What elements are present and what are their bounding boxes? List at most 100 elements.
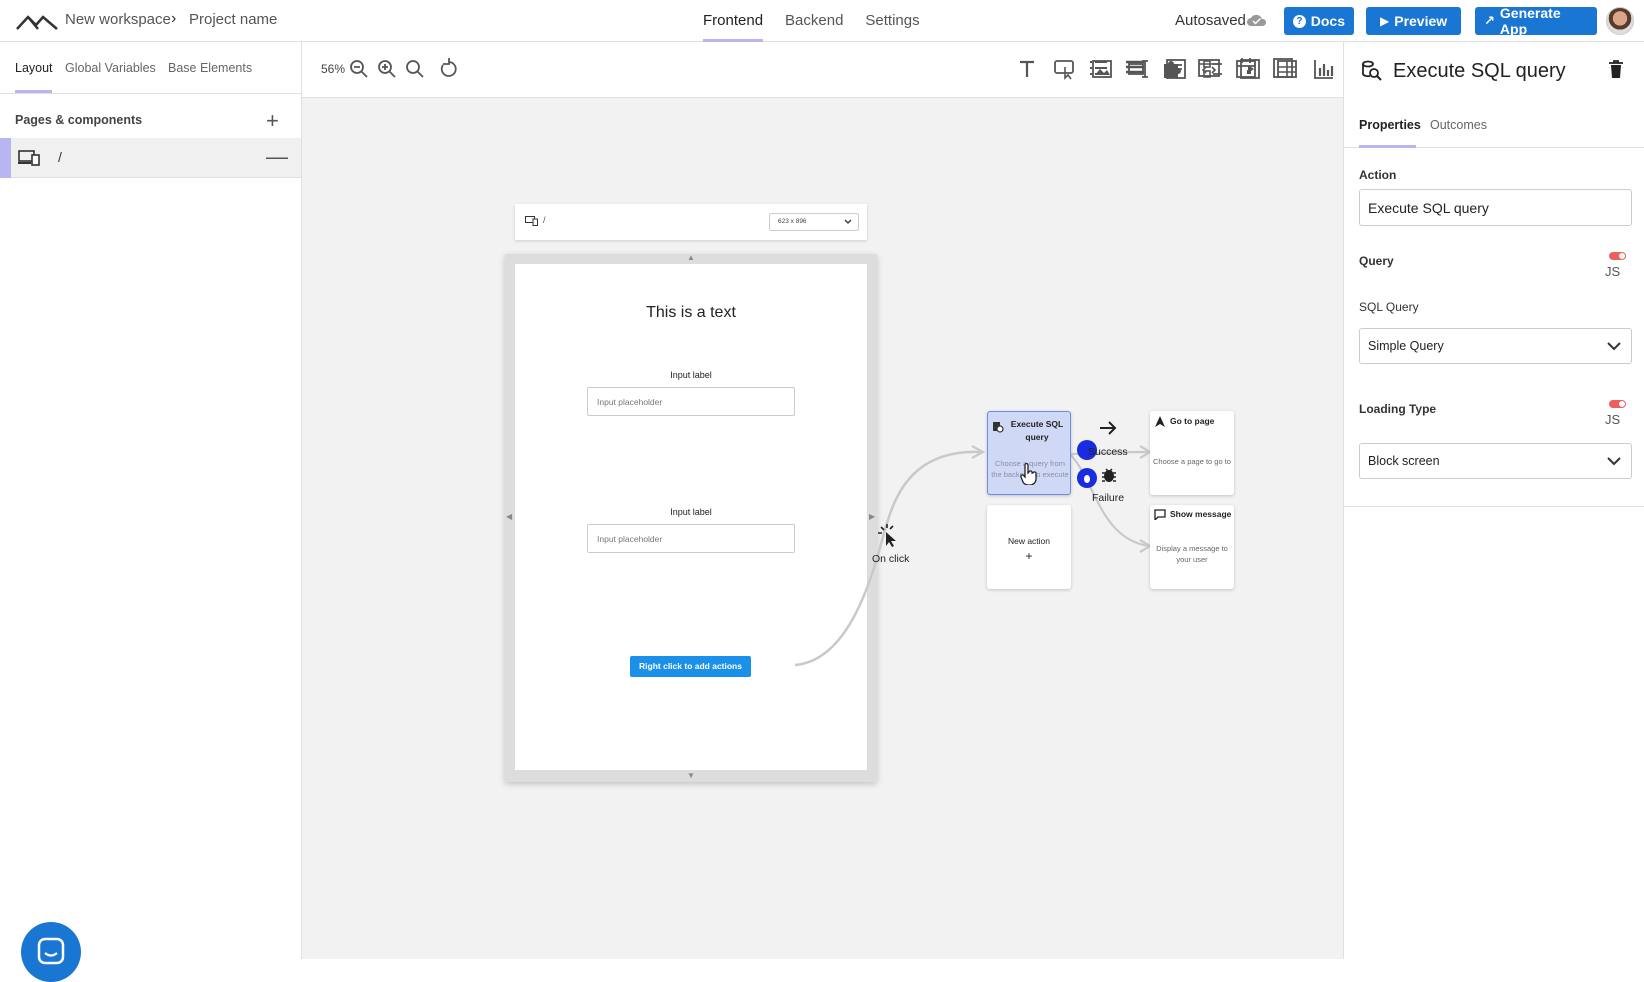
tab-layout[interactable]: Layout [15, 61, 53, 75]
open-external-icon: ↗ [1484, 13, 1495, 28]
zoom-in-icon[interactable] [374, 56, 400, 82]
node-title: New action [1007, 536, 1051, 546]
node-description: Choose a page to go to [1153, 457, 1231, 466]
tab-frontend[interactable]: Frontend [703, 0, 764, 42]
tab-base-elements[interactable]: Base Elements [168, 61, 252, 75]
arrow-right-icon [1100, 421, 1117, 435]
embed-component-icon[interactable] [1196, 55, 1222, 81]
chat-support-button[interactable] [21, 922, 81, 982]
tab-global-variables[interactable]: Global Variables [65, 61, 156, 75]
panel-divider [1344, 506, 1644, 507]
tab-properties[interactable]: Properties [1359, 118, 1421, 132]
properties-tabs: Properties Outcomes [1344, 98, 1644, 148]
chevron-down-icon [1607, 342, 1621, 351]
generate-app-button[interactable]: ↗ Generate App [1475, 5, 1597, 37]
trigger-label: On click [872, 553, 910, 565]
resize-top-arrow[interactable]: ▲ [687, 253, 695, 262]
zoom-out-icon[interactable] [346, 56, 372, 82]
plugin-component-icon[interactable] [1159, 55, 1185, 81]
chart-component-icon[interactable] [1311, 56, 1337, 82]
add-icon: + [1025, 549, 1033, 563]
loading-type-value: Block screen [1368, 454, 1440, 468]
resize-right-arrow[interactable]: ▶ [869, 512, 875, 521]
page-text-element[interactable]: This is a text [515, 304, 867, 322]
play-icon: ▶ [1380, 14, 1390, 28]
cloud-done-icon [1247, 14, 1267, 26]
success-label: Success [1088, 446, 1128, 458]
selected-indicator [0, 138, 11, 178]
failure-label: Failure [1092, 492, 1125, 504]
message-icon [1154, 509, 1166, 520]
workspace-breadcrumb[interactable]: New workspace [65, 11, 171, 28]
device-frame: ▲ ▼ ◀ ▶ This is a text Input label Input… [505, 253, 877, 782]
query-js-toggle[interactable] [1609, 252, 1626, 260]
add-page-icon[interactable]: + [266, 108, 279, 134]
node-description: Display a message to your user [1156, 544, 1228, 564]
node-title: Execute SQL query [1010, 419, 1064, 442]
query-js-label: JS [1605, 264, 1621, 279]
properties-panel: Execute SQL query Properties Outcomes Ac… [1343, 42, 1644, 959]
resize-left-arrow[interactable]: ◀ [506, 512, 512, 521]
delete-icon[interactable] [1608, 59, 1624, 79]
go-to-page-node[interactable]: Go to page Choose a page to go to [1150, 411, 1234, 495]
calendar-component-icon[interactable] [1233, 55, 1259, 81]
action-field[interactable]: Execute SQL query [1359, 189, 1632, 226]
hand-cursor-icon [1020, 463, 1037, 485]
bug-icon [1084, 475, 1090, 483]
help-icon: ? [1293, 14, 1306, 28]
device-bar: / 623 x 896 [515, 204, 867, 240]
loading-type-label: Loading Type [1359, 402, 1437, 416]
loading-js-toggle[interactable] [1609, 400, 1626, 408]
preview-label: Preview [1394, 13, 1448, 29]
app-logo[interactable] [16, 12, 58, 30]
active-tab-indicator [1359, 145, 1416, 148]
loading-type-select[interactable]: Block screen [1359, 443, 1632, 479]
page-path: / [58, 149, 62, 165]
action-label: Action [1359, 168, 1397, 182]
docs-button[interactable]: ? Docs [1284, 7, 1354, 35]
input-field[interactable]: Input placeholder [587, 387, 795, 416]
list-component-icon[interactable] [1085, 55, 1111, 81]
canvas-toolbar: 56% [302, 42, 1373, 98]
devices-icon [18, 150, 40, 166]
page-button-element[interactable]: Right click to add actions [630, 656, 751, 677]
container-component-icon[interactable] [1270, 55, 1296, 81]
sql-query-label: SQL Query [1359, 300, 1419, 314]
input-label: Input label [670, 507, 712, 517]
sql-query-select[interactable]: Simple Query [1359, 328, 1632, 364]
page-list-item[interactable]: / — [0, 138, 301, 178]
click-trigger-icon [878, 524, 896, 547]
collapse-icon[interactable]: — [266, 144, 288, 170]
tab-outcomes[interactable]: Outcomes [1430, 118, 1487, 132]
action-value: Execute SQL query [1368, 200, 1489, 216]
device-size-select[interactable]: 623 x 896 [769, 213, 859, 231]
button-component-icon[interactable] [1052, 56, 1078, 82]
bug-icon [1102, 468, 1116, 482]
project-breadcrumb[interactable]: Project name [189, 11, 277, 28]
text-component-icon[interactable] [1014, 56, 1040, 82]
active-tab-indicator [15, 90, 52, 93]
chevron-down-icon [844, 219, 852, 224]
avatar[interactable] [1606, 7, 1634, 35]
generate-app-label: Generate App [1499, 5, 1561, 37]
show-message-node[interactable]: Show message Display a message to your u… [1150, 505, 1234, 589]
new-action-node[interactable]: New action + [987, 505, 1071, 589]
tab-settings[interactable]: Settings [865, 0, 919, 42]
tab-backend[interactable]: Backend [785, 0, 843, 42]
device-size-value: 623 x 896 [778, 218, 807, 225]
resize-bottom-arrow[interactable]: ▼ [687, 771, 695, 780]
failure-handle[interactable] [1077, 468, 1097, 488]
sql-query-value: Simple Query [1368, 339, 1444, 353]
page-canvas[interactable]: This is a text Input label Input placeho… [515, 264, 867, 770]
reset-icon[interactable] [436, 56, 462, 82]
rows-component-icon[interactable] [1122, 55, 1148, 81]
chat-icon [37, 937, 65, 965]
panel-title: Execute SQL query [1393, 60, 1566, 82]
preview-button[interactable]: ▶ Preview [1366, 7, 1461, 35]
chevron-down-icon [1607, 457, 1621, 466]
zoom-fit-icon[interactable] [402, 56, 428, 82]
autosaved-status: Autosaved [1175, 12, 1246, 29]
breadcrumb-chevron-icon: › [171, 10, 177, 27]
node-title: Show message [1170, 509, 1232, 519]
input-field[interactable]: Input placeholder [587, 524, 795, 553]
